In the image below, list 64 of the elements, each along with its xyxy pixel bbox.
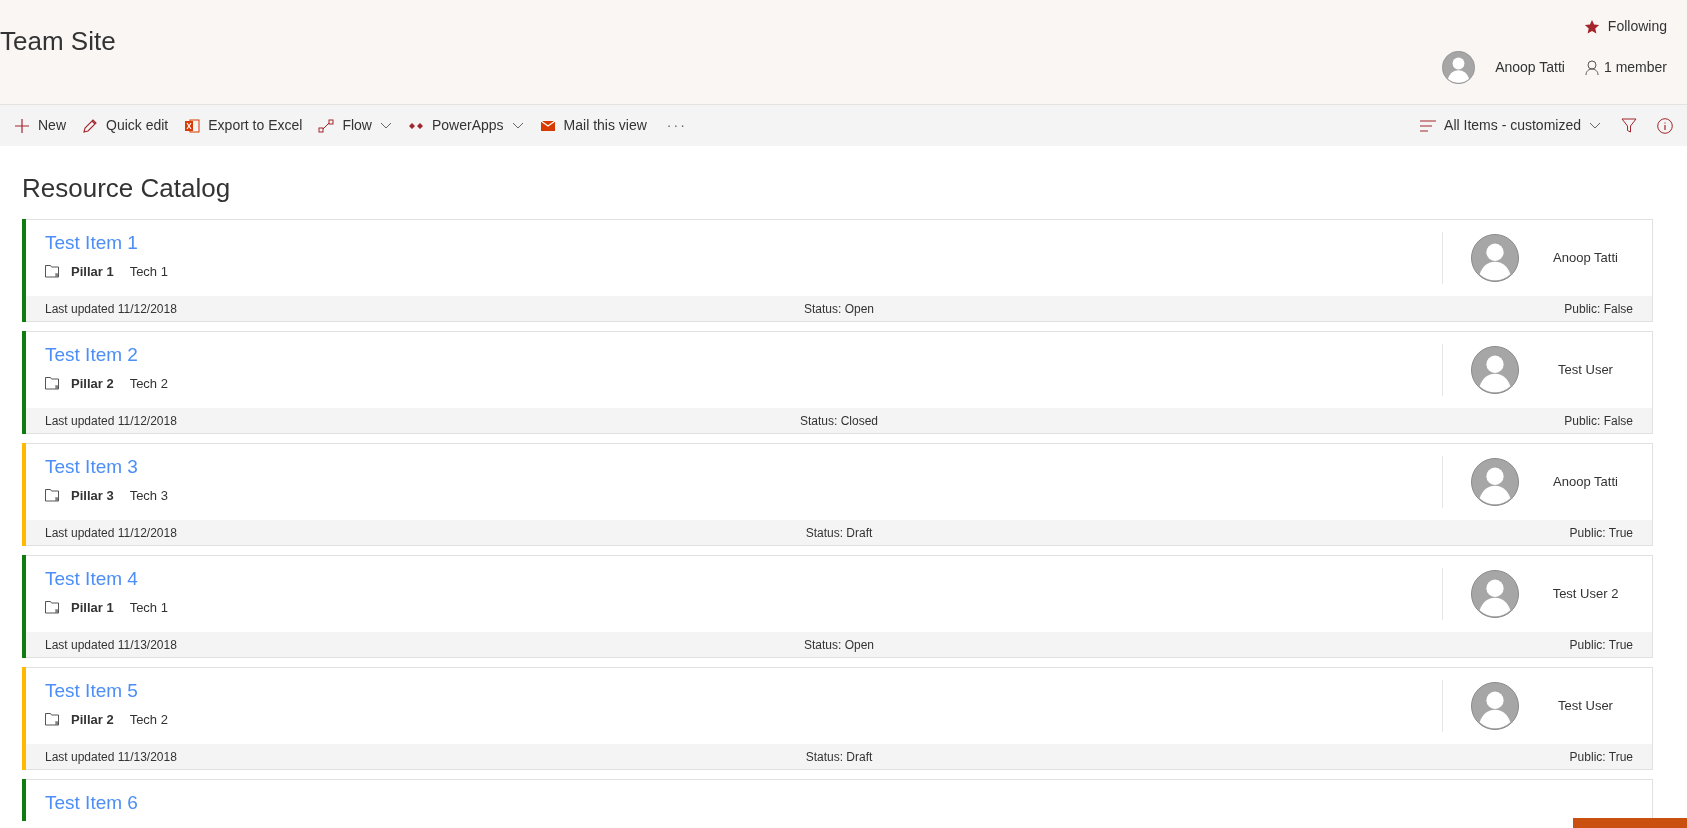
avatar-icon — [1471, 346, 1519, 394]
person-name: Anoop Tatti — [1552, 473, 1619, 492]
public-text: Public: True — [1568, 524, 1633, 542]
tech-label: Tech 3 — [129, 487, 168, 505]
members-button[interactable]: 1 member — [1584, 57, 1667, 78]
follow-button[interactable]: Following — [1583, 16, 1667, 37]
updated-text: Last updated 11/12/2018 — [45, 524, 178, 542]
site-title[interactable]: Team Site — [0, 0, 116, 104]
person-icon — [1584, 59, 1599, 76]
toolbar-button[interactable]: Export to Excel — [184, 109, 303, 142]
list-title: Resource Catalog — [22, 172, 232, 205]
toolbar-button[interactable]: Flow — [318, 109, 392, 142]
updated-text: Last updated 11/13/2018 — [45, 636, 178, 654]
toolbar-button[interactable]: Mail this view — [539, 109, 647, 142]
toolbar-button[interactable]: Quick edit — [82, 109, 169, 142]
public-text: Public: True — [1568, 636, 1633, 654]
tech-label: Tech 2 — [129, 375, 168, 393]
updated-text: Last updated 11/13/2018 — [45, 748, 178, 766]
person-name: Test User — [1557, 361, 1614, 380]
pillar-label: Pillar 2 — [71, 711, 114, 729]
star-icon — [1583, 18, 1600, 35]
status-text: Status: Closed — [798, 412, 879, 430]
folder-icon — [45, 489, 61, 503]
avatar-icon — [1471, 570, 1519, 618]
lines-icon — [1420, 119, 1437, 132]
avatar-icon — [1442, 51, 1476, 84]
person-name: Test User 2 — [1551, 585, 1620, 604]
excel-icon — [184, 117, 201, 134]
public-text: Public: True — [1568, 748, 1633, 766]
folder-icon — [45, 601, 61, 615]
folder-icon — [45, 265, 61, 279]
pillar-label: Pillar 1 — [71, 599, 114, 617]
folder-icon — [45, 713, 61, 727]
folder-icon — [45, 377, 61, 391]
flow-icon — [318, 117, 335, 134]
pillar-label: Pillar 1 — [71, 263, 114, 281]
user-name: Anoop Tatti — [1495, 58, 1565, 77]
avatar-icon — [1471, 458, 1519, 506]
person-name: Test User — [1557, 697, 1614, 716]
pillar-label: Pillar 3 — [71, 487, 114, 505]
person-name: Anoop Tatti — [1552, 249, 1619, 268]
updated-text: Last updated 11/12/2018 — [45, 300, 178, 318]
pillar-label: Pillar 2 — [71, 375, 114, 393]
public-text: Public: False — [1563, 412, 1633, 430]
status-text: Status: Draft — [804, 748, 874, 766]
toolbar-button[interactable]: New — [14, 109, 66, 142]
tech-label: Tech 1 — [129, 263, 168, 281]
pencil-icon — [82, 117, 98, 134]
status-text: Status: Open — [802, 636, 875, 654]
public-text: Public: False — [1563, 300, 1633, 318]
avatar-icon — [1471, 234, 1519, 282]
filter-button[interactable] — [1621, 117, 1637, 134]
view-selector[interactable]: All Items - customized — [1420, 115, 1601, 136]
chevron-down-icon — [1589, 121, 1601, 130]
status-text: Status: Draft — [804, 524, 874, 542]
avatar-icon — [1471, 682, 1519, 730]
tech-label: Tech 2 — [129, 711, 168, 729]
toolbar-button[interactable]: PowerApps — [408, 109, 524, 142]
plus-icon — [14, 117, 30, 134]
more-button[interactable]: ··· — [662, 109, 687, 142]
updated-text: Last updated 11/12/2018 — [45, 412, 178, 430]
status-text: Status: Open — [802, 300, 875, 318]
tech-label: Tech 1 — [129, 599, 168, 617]
info-button[interactable] — [1657, 117, 1673, 134]
